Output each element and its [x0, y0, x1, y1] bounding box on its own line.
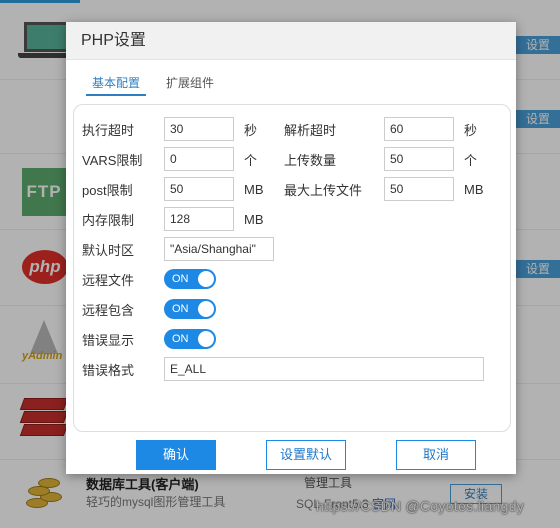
tab-bar: 基本配置 扩展组件	[86, 72, 234, 96]
vars-limit-input[interactable]	[164, 147, 234, 171]
settings-panel: 执行超时 秒 解析超时 秒 VARS限制 个 上传数量 个 post限制 MB …	[73, 104, 511, 432]
error-format-input[interactable]	[164, 357, 484, 381]
vars-limit-unit: 个	[244, 152, 258, 168]
form-row: 远程文件 ON	[82, 267, 216, 291]
upload-count-label: 上传数量	[284, 152, 337, 168]
confirm-button[interactable]: 确认	[136, 440, 216, 470]
form-row: 错误格式	[82, 357, 484, 381]
cancel-button[interactable]: 取消	[396, 440, 476, 470]
memory-limit-unit: MB	[244, 211, 264, 227]
remote-file-toggle[interactable]: ON	[164, 269, 216, 289]
toggle-state: ON	[172, 333, 189, 345]
tab-basic-config[interactable]: 基本配置	[86, 72, 147, 96]
vars-limit-label: VARS限制	[82, 152, 143, 168]
form-row: 远程包含 ON	[82, 297, 216, 321]
dialog-title: PHP设置	[66, 22, 516, 60]
memory-limit-input[interactable]	[164, 207, 234, 231]
form-row: post限制 MB 最大上传文件 MB	[82, 177, 504, 201]
form-row: 默认时区	[82, 237, 274, 261]
max-upload-label: 最大上传文件	[284, 182, 363, 198]
upload-count-input[interactable]	[384, 147, 454, 171]
remote-include-toggle[interactable]: ON	[164, 299, 216, 319]
exec-timeout-input[interactable]	[164, 117, 234, 141]
timezone-label: 默认时区	[82, 242, 135, 258]
error-format-label: 错误格式	[82, 362, 135, 378]
form-row: 内存限制 MB	[82, 207, 284, 231]
parse-timeout-input[interactable]	[384, 117, 454, 141]
toggle-knob	[198, 331, 214, 347]
timezone-input[interactable]	[164, 237, 274, 261]
upload-count-unit: 个	[464, 152, 478, 168]
exec-timeout-label: 执行超时	[82, 122, 135, 138]
form-row: VARS限制 个 上传数量 个	[82, 147, 504, 171]
remote-include-label: 远程包含	[82, 302, 135, 318]
toggle-knob	[198, 271, 214, 287]
parse-timeout-label: 解析超时	[284, 122, 337, 138]
post-limit-input[interactable]	[164, 177, 234, 201]
form-row: 执行超时 秒 解析超时 秒	[82, 117, 504, 141]
memory-limit-label: 内存限制	[82, 212, 135, 228]
toggle-knob	[198, 301, 214, 317]
max-upload-unit: MB	[464, 181, 484, 197]
parse-timeout-unit: 秒	[464, 122, 478, 138]
post-limit-unit: MB	[244, 181, 264, 197]
post-limit-label: post限制	[82, 182, 133, 198]
remote-file-label: 远程文件	[82, 272, 135, 288]
max-upload-input[interactable]	[384, 177, 454, 201]
error-display-toggle[interactable]: ON	[164, 329, 216, 349]
form-row: 错误显示 ON	[82, 327, 216, 351]
toggle-state: ON	[172, 303, 189, 315]
error-display-label: 错误显示	[82, 332, 135, 348]
php-settings-dialog: PHP设置 基本配置 扩展组件 执行超时 秒 解析超时 秒 VARS限制 个 上…	[66, 22, 516, 474]
tab-extensions[interactable]: 扩展组件	[160, 72, 220, 96]
exec-timeout-unit: 秒	[244, 122, 258, 138]
set-default-button[interactable]: 设置默认	[266, 440, 346, 470]
toggle-state: ON	[172, 273, 189, 285]
